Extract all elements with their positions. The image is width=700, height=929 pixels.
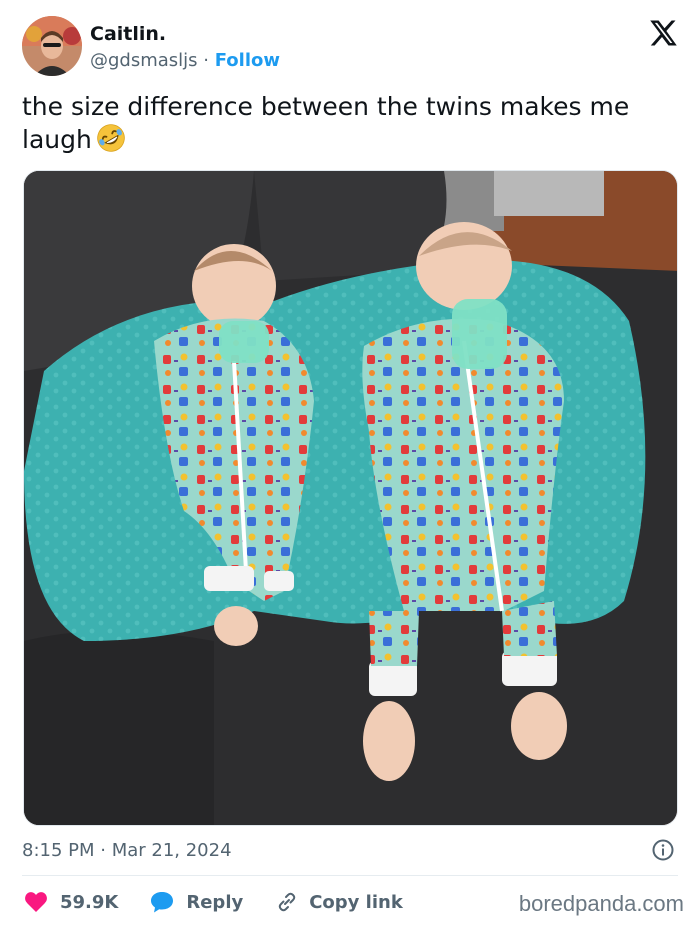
speech-bubble-icon: [151, 892, 174, 913]
twins-photo: [24, 171, 677, 825]
copy-link-button[interactable]: Copy link: [275, 890, 403, 914]
reply-label: Reply: [186, 891, 244, 913]
heart-icon: [25, 892, 47, 912]
x-logo-icon[interactable]: [648, 18, 678, 48]
user-handle[interactable]: @gdsmasljs: [90, 50, 198, 71]
rolling-on-the-floor-laughing-emoji-icon: [97, 124, 125, 152]
boredpanda-watermark: boredpanda.com: [518, 891, 684, 916]
tweet-photo[interactable]: [23, 170, 678, 826]
follow-button[interactable]: Follow: [215, 50, 280, 71]
tweet-header: Caitlin. @gdsmasljs · Follow: [22, 16, 682, 80]
divider: [22, 875, 678, 876]
handle-separator: ·: [197, 50, 215, 71]
handle-row: @gdsmasljs · Follow: [90, 48, 280, 74]
info-icon[interactable]: [651, 838, 675, 862]
tweet-timestamp[interactable]: 8:15 PM · Mar 21, 2024: [22, 838, 232, 864]
action-bar: 59.9K Reply Copy link: [24, 886, 435, 918]
tweet-text-block: the size difference between the twins ma…: [22, 90, 672, 156]
display-name[interactable]: Caitlin.: [90, 22, 280, 46]
user-block: Caitlin. @gdsmasljs · Follow: [90, 22, 280, 74]
reply-button[interactable]: Reply: [150, 891, 243, 913]
link-icon: [278, 892, 296, 912]
like-count: 59.9K: [60, 891, 119, 913]
avatar[interactable]: [22, 16, 82, 76]
like-button[interactable]: 59.9K: [24, 891, 118, 913]
avatar-image: [22, 16, 82, 76]
copy-link-label: Copy link: [309, 891, 403, 913]
